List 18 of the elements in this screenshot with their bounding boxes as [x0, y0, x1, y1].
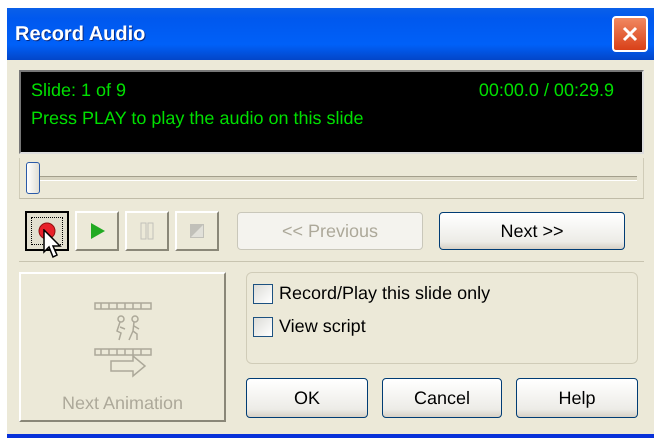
status-message: Press PLAY to play the audio on this slide: [31, 107, 365, 130]
help-button[interactable]: Help: [516, 378, 638, 418]
next-button[interactable]: Next >>: [439, 212, 625, 250]
checkbox-label[interactable]: View script: [279, 316, 366, 337]
close-button[interactable]: [612, 16, 648, 52]
checkbox-label[interactable]: Record/Play this slide only: [279, 283, 490, 304]
cursor-icon: [43, 229, 65, 259]
close-icon: [621, 25, 639, 43]
time-readout: 00:00.0 / 00:29.9: [478, 79, 614, 102]
stop-icon: [187, 221, 207, 241]
ok-button[interactable]: OK: [246, 378, 368, 418]
slide-counter: Slide: 1 of 9: [31, 79, 126, 102]
play-button[interactable]: [75, 211, 119, 251]
checkbox[interactable]: [253, 284, 273, 304]
slider-thumb[interactable]: [26, 162, 40, 194]
window-title: Record Audio: [15, 22, 146, 46]
checkbox[interactable]: [253, 316, 273, 336]
cancel-button[interactable]: Cancel: [382, 378, 502, 418]
